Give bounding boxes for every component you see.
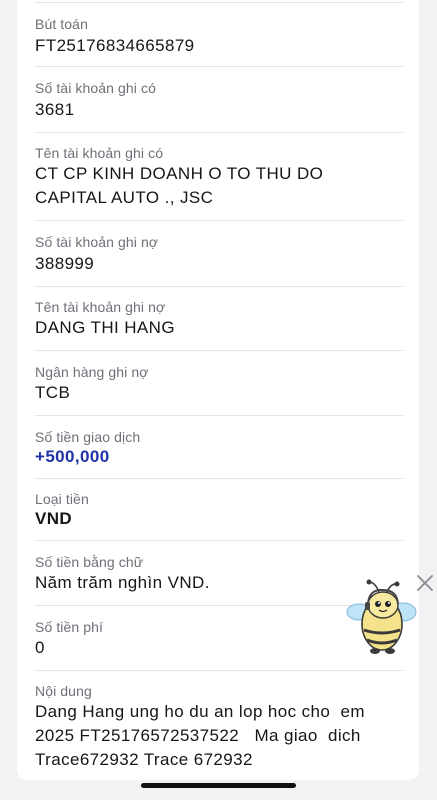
divider xyxy=(35,220,403,221)
field-label: Số tài khoản ghi nợ xyxy=(35,234,159,250)
amount-in-words-value: Năm trăm nghìn VND. xyxy=(35,573,210,592)
debit-account-name-value: DANG THI HANG xyxy=(35,318,175,337)
divider xyxy=(35,66,403,67)
currency-value: VND xyxy=(35,509,73,528)
divider xyxy=(35,415,403,416)
credit-account-name-line-2: CAPITAL AUTO ., JSC xyxy=(35,188,214,207)
field-label: Loại tiền xyxy=(35,491,89,507)
content-line-3: Trace672932 Trace 672932 xyxy=(35,750,253,769)
content-line-2: 2025 FT25176572537522 Ma giao dich xyxy=(35,726,361,745)
divider xyxy=(35,2,403,3)
field-label: Tên tài khoản ghi có xyxy=(35,145,164,161)
field-label: Số tiền giao dịch xyxy=(35,429,141,445)
home-indicator[interactable] xyxy=(141,783,296,788)
divider xyxy=(35,540,403,541)
debit-account-number-value: 388999 xyxy=(35,254,95,273)
credit-account-number-value: 3681 xyxy=(35,100,75,119)
transaction-detail-card: Bút toán FT25176834665879 Số tài khoản g… xyxy=(17,0,419,780)
field-label: Ngân hàng ghi nợ xyxy=(35,364,149,380)
divider xyxy=(35,286,403,287)
credit-account-name-line-1: CT CP KINH DOANH O TO THU DO xyxy=(35,164,324,183)
debit-bank-value: TCB xyxy=(35,383,71,402)
reference-value: FT25176834665879 xyxy=(35,36,195,55)
field-label: Bút toán xyxy=(35,16,88,32)
field-label: Tên tài khoản ghi nợ xyxy=(35,299,166,315)
close-icon[interactable] xyxy=(414,572,436,594)
divider xyxy=(35,132,403,133)
bee-mascot-icon[interactable] xyxy=(345,578,417,656)
divider xyxy=(35,670,403,671)
field-label: Số tiền phí xyxy=(35,619,104,635)
fee-value: 0 xyxy=(35,638,45,657)
field-label: Số tài khoản ghi có xyxy=(35,80,156,96)
divider xyxy=(35,478,403,479)
divider xyxy=(35,350,403,351)
amount-value: +500,000 xyxy=(35,447,110,466)
content-line-1: Dang Hang ung ho du an lop hoc cho em xyxy=(35,702,365,721)
field-label: Nội dung xyxy=(35,683,92,699)
field-label: Số tiền bằng chữ xyxy=(35,554,144,570)
